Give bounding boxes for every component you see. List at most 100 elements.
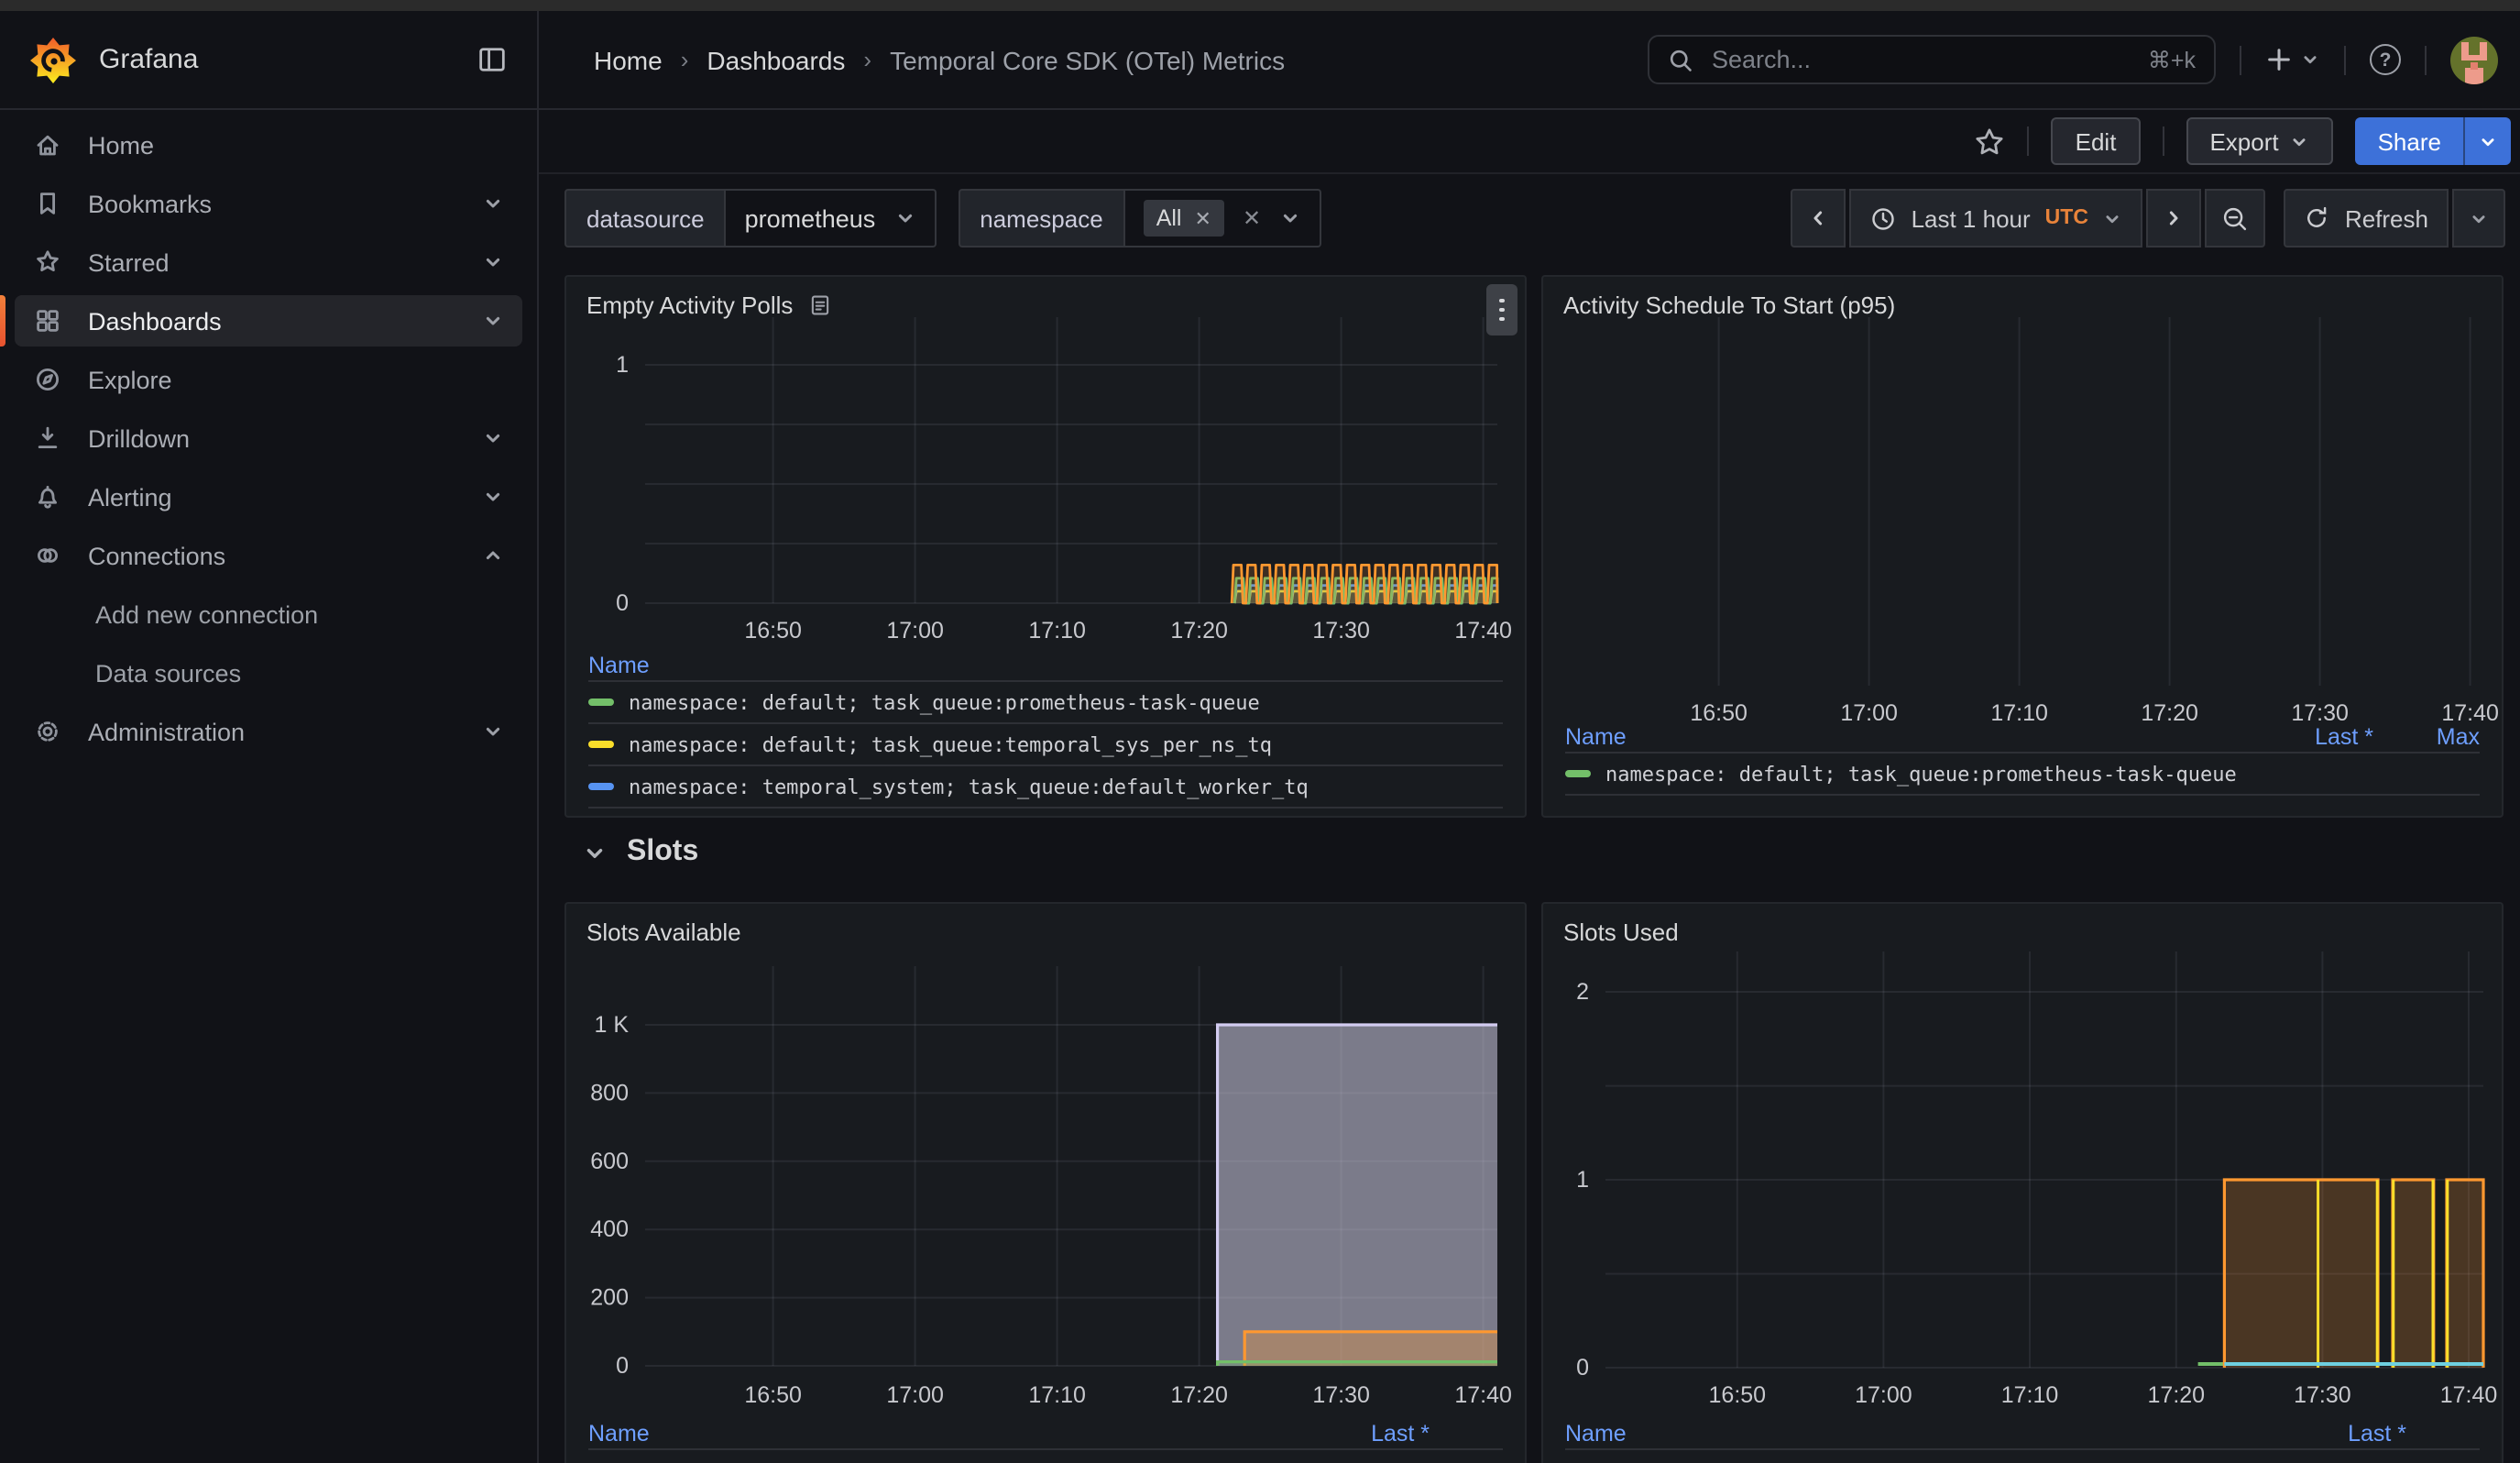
- sidebar-item-add-new-connection[interactable]: Add new connection: [15, 588, 522, 640]
- time-shift-back-button[interactable]: [1791, 189, 1846, 248]
- sidebar-item-dashboards[interactable]: Dashboards: [15, 295, 522, 346]
- help-icon[interactable]: ?: [2370, 44, 2401, 75]
- zoom-out-icon[interactable]: [2206, 189, 2266, 248]
- bell-icon: [33, 482, 62, 512]
- series-color-swatch: [588, 783, 614, 790]
- breadcrumb-home[interactable]: Home: [594, 45, 663, 74]
- panel-header[interactable]: Slots Used: [1543, 904, 2502, 959]
- legend-header: NameLast *: [588, 1419, 1503, 1450]
- svg-text:17:10: 17:10: [2001, 1382, 2059, 1408]
- refresh-button[interactable]: Refresh: [2284, 189, 2449, 248]
- legend-column-name[interactable]: Name: [1565, 724, 2267, 750]
- legend-column-last[interactable]: Last *: [2300, 1421, 2406, 1446]
- legend-item[interactable]: namespace: default; task_queue:prometheu…: [588, 682, 1503, 724]
- chevron-down-icon: [1279, 207, 1301, 229]
- datasource-filter-value[interactable]: prometheus: [727, 189, 937, 248]
- time-series-chart: 21016:5017:0017:1017:2017:3017:40: [1543, 904, 2504, 1463]
- drilldown-icon: [33, 424, 62, 453]
- svg-text:0: 0: [616, 1353, 629, 1379]
- namespace-filter-chip[interactable]: All ✕: [1144, 200, 1224, 236]
- grafana-logo-icon[interactable]: [29, 36, 77, 83]
- time-shift-forward-button[interactable]: [2147, 189, 2202, 248]
- svg-text:400: 400: [590, 1216, 629, 1242]
- panel-title: Slots Available: [586, 918, 741, 945]
- sidebar-item-explore[interactable]: Explore: [15, 354, 522, 405]
- svg-text:1: 1: [1576, 1167, 1589, 1193]
- svg-text:2: 2: [1576, 979, 1589, 1005]
- panel-header[interactable]: Slots Available: [566, 904, 1525, 959]
- sidebar-item-home[interactable]: Home: [15, 119, 522, 170]
- row-title: Slots: [627, 836, 698, 869]
- sidebar-item-label: Starred: [88, 248, 170, 276]
- svg-text:17:30: 17:30: [1312, 618, 1370, 644]
- sidebar-item-bookmarks[interactable]: Bookmarks: [15, 178, 522, 229]
- panel-legend: NameLast *Maxnamespace: default; task_qu…: [1565, 722, 2480, 796]
- clear-filter-icon[interactable]: ✕: [1243, 205, 1261, 231]
- legend-header: NameLast *Max: [1565, 722, 2480, 754]
- svg-text:17:30: 17:30: [1312, 1382, 1370, 1408]
- share-button[interactable]: Share: [2356, 117, 2511, 165]
- nav-actions: ⌘+k ?: [1648, 11, 2520, 108]
- star-icon: [33, 248, 62, 277]
- timezone-label: UTC: [2045, 207, 2088, 229]
- search-box[interactable]: ⌘+k: [1648, 35, 2216, 84]
- sidebar-item-label: Home: [88, 131, 154, 159]
- svg-text:17:30: 17:30: [2294, 1382, 2351, 1408]
- refresh-interval-chevron-icon[interactable]: [2452, 189, 2505, 248]
- window-chrome-strip: [0, 0, 2520, 11]
- sidebar-item-connections[interactable]: Connections: [15, 530, 522, 581]
- panel-menu-icon[interactable]: [1486, 284, 1517, 336]
- legend-column-name[interactable]: Name: [588, 653, 1503, 678]
- time-range-picker[interactable]: Last 1 hour UTC: [1849, 189, 2143, 248]
- sidebar-item-data-sources[interactable]: Data sources: [15, 647, 522, 698]
- sidebar-item-label: Bookmarks: [88, 190, 212, 217]
- legend-column-max[interactable]: Max: [2373, 724, 2480, 750]
- search-input[interactable]: [1708, 44, 2133, 75]
- panel-header[interactable]: Empty Activity Polls: [566, 277, 1525, 332]
- active-indicator: [0, 295, 5, 346]
- share-dropdown-chevron-icon[interactable]: [2465, 131, 2511, 151]
- svg-text:1 K: 1 K: [594, 1012, 629, 1038]
- sidebar-item-label: Add new connection: [95, 600, 318, 628]
- chevron-down-icon: [893, 207, 915, 229]
- panel-legend: Name namespace: default; task_queue:prome…: [588, 651, 1503, 808]
- svg-text:16:50: 16:50: [744, 618, 802, 644]
- favorite-star-icon[interactable]: [1975, 126, 2006, 157]
- sidebar-item-label: Dashboards: [88, 307, 222, 335]
- remove-chip-icon[interactable]: ✕: [1195, 206, 1211, 230]
- legend-item[interactable]: namespace: default; task_queue:temporal_…: [588, 724, 1503, 766]
- apps-icon: [33, 306, 62, 336]
- divider: [2028, 126, 2030, 156]
- sidebar-item-drilldown[interactable]: Drilldown: [15, 412, 522, 464]
- panel-description-icon[interactable]: [807, 292, 831, 316]
- series-name: namespace: default; task_queue:temporal_…: [629, 732, 1503, 756]
- edit-button[interactable]: Edit: [2052, 117, 2141, 165]
- divider: [2240, 45, 2241, 74]
- svg-text:200: 200: [590, 1285, 629, 1311]
- avatar[interactable]: [2450, 36, 2498, 83]
- breadcrumb-separator-icon: ›: [863, 46, 871, 73]
- breadcrumb-separator-icon: ›: [681, 46, 689, 73]
- namespace-filter-value[interactable]: All ✕ ✕: [1125, 189, 1321, 248]
- sidebar-item-alerting[interactable]: Alerting: [15, 471, 522, 522]
- legend-column-last[interactable]: Last *: [2267, 724, 2373, 750]
- sidebar-item-administration[interactable]: Administration: [15, 706, 522, 757]
- legend-item[interactable]: namespace: default; task_queue:prometheu…: [1565, 754, 2480, 796]
- legend-column-name[interactable]: Name: [1565, 1421, 2300, 1446]
- sidebar-item-label: Connections: [88, 542, 225, 569]
- sidebar-toggle-icon[interactable]: [477, 44, 508, 75]
- panel-header[interactable]: Activity Schedule To Start (p95): [1543, 277, 2502, 332]
- chevron-down-icon: [482, 486, 504, 508]
- row-toggle-slots[interactable]: Slots: [583, 836, 698, 869]
- legend-column-name[interactable]: Name: [588, 1421, 1323, 1446]
- breadcrumb-dashboards[interactable]: Dashboards: [707, 45, 845, 74]
- legend-item[interactable]: namespace: temporal_system; task_queue:d…: [588, 766, 1503, 808]
- chevron-up-icon: [482, 544, 504, 566]
- sidebar-item-starred[interactable]: Starred: [15, 236, 522, 288]
- datasource-filter: datasource prometheus: [564, 189, 936, 248]
- add-new-button[interactable]: [2265, 46, 2320, 73]
- bookmark-icon: [33, 189, 62, 218]
- export-button[interactable]: Export: [2186, 117, 2333, 165]
- legend-column-last[interactable]: Last *: [1323, 1421, 1430, 1446]
- divider: [2344, 45, 2346, 74]
